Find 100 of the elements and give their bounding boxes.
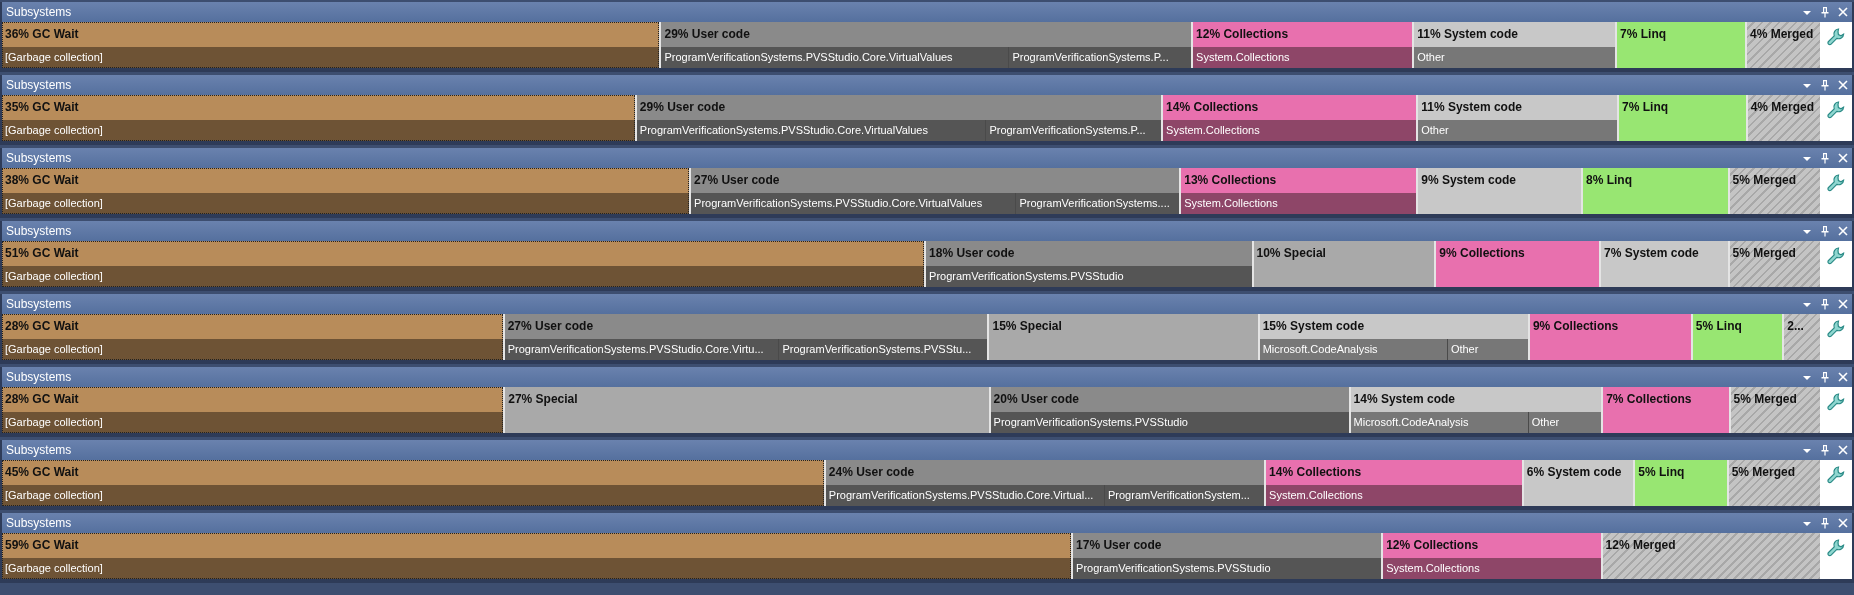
subsystem-segment[interactable]: 11% System code Other bbox=[1418, 95, 1618, 141]
namespace-cell[interactable]: [Garbage collection] bbox=[2, 558, 1072, 579]
subsystem-segment[interactable]: 5% Linq bbox=[1692, 314, 1783, 360]
namespace-cell[interactable]: [Garbage collection] bbox=[2, 412, 504, 433]
namespace-cell[interactable]: ProgramVerificationSystems.PVSStudio bbox=[990, 412, 1349, 433]
subsystem-segment[interactable]: 9% Collections bbox=[1529, 314, 1691, 360]
pin-icon[interactable] bbox=[1820, 517, 1830, 529]
subsystem-segment[interactable]: 7% Linq bbox=[1619, 95, 1746, 141]
subsystem-segment[interactable]: 9% System code bbox=[1418, 168, 1581, 214]
namespace-cell[interactable]: [Garbage collection] bbox=[2, 120, 635, 141]
subsystem-segment[interactable]: 27% Special bbox=[505, 387, 989, 433]
pin-icon[interactable] bbox=[1820, 225, 1830, 237]
subsystem-segment[interactable]: 4% Merged bbox=[1746, 22, 1820, 68]
subsystem-segment[interactable]: 45% GC Wait [Garbage collection] bbox=[2, 460, 824, 506]
close-icon[interactable] bbox=[1838, 445, 1848, 455]
subsystem-segment[interactable]: 12% Merged bbox=[1602, 533, 1820, 579]
subsystem-segment[interactable]: 27% User code ProgramVerificationSystems.PVSStudio.Core.VirtualValues ProgramVerificationSystems.... bbox=[691, 168, 1180, 214]
subsystem-segment[interactable]: 14% System code Microsoft.CodeAnalysis Other bbox=[1350, 387, 1602, 433]
namespace-cell[interactable]: ProgramVerificationSystems.PVSStudio bbox=[1073, 558, 1382, 579]
subsystem-segment[interactable]: 28% GC Wait [Garbage collection] bbox=[2, 387, 504, 433]
close-icon[interactable] bbox=[1838, 299, 1848, 309]
namespace-cell[interactable]: Microsoft.CodeAnalysis bbox=[1259, 339, 1447, 360]
pin-icon[interactable] bbox=[1820, 444, 1830, 456]
namespace-cell[interactable]: ProgramVerificationSystem... bbox=[1105, 485, 1265, 506]
pin-icon[interactable] bbox=[1820, 152, 1830, 164]
close-icon[interactable] bbox=[1838, 372, 1848, 382]
subsystem-segment[interactable]: 20% User code ProgramVerificationSystems.PVSStudio bbox=[990, 387, 1349, 433]
subsystem-segment[interactable]: 13% Collections System.Collections bbox=[1181, 168, 1417, 214]
namespace-cell[interactable]: ProgramVerificationSystems.PVSStudio.Core.VirtualValues bbox=[661, 47, 1009, 68]
segment-label: 27% User code bbox=[506, 318, 595, 333]
namespace-cell[interactable]: System.Collections bbox=[1193, 47, 1413, 68]
close-icon[interactable] bbox=[1838, 518, 1848, 528]
subsystem-segment[interactable]: 29% User code ProgramVerificationSystems.PVSStudio.Core.VirtualValues ProgramVerificationSystems.P... bbox=[636, 95, 1162, 141]
namespace-cell[interactable]: ProgramVerificationSystems.... bbox=[1016, 193, 1180, 214]
namespace-cell[interactable]: Other bbox=[1414, 47, 1616, 68]
namespace-cell[interactable]: ProgramVerificationSystems.PVSStudio.Core.Virtu... bbox=[504, 339, 779, 360]
namespace-cell[interactable]: System.Collections bbox=[1383, 558, 1601, 579]
subsystem-segment[interactable]: 2... bbox=[1784, 314, 1820, 360]
subsystem-segment[interactable]: 51% GC Wait [Garbage collection] bbox=[2, 241, 925, 287]
namespace-cell[interactable]: Other bbox=[1418, 120, 1618, 141]
subsystem-segment[interactable]: 4% Merged bbox=[1747, 95, 1820, 141]
subsystem-segment[interactable]: 15% Special bbox=[989, 314, 1258, 360]
close-icon[interactable] bbox=[1838, 153, 1848, 163]
subsystem-segment[interactable]: 10% Special bbox=[1253, 241, 1435, 287]
subsystem-segment[interactable]: 6% System code bbox=[1523, 460, 1634, 506]
close-icon[interactable] bbox=[1838, 7, 1848, 17]
namespace-cell[interactable]: ProgramVerificationSystems.PVSStudio.Core.VirtualValues bbox=[636, 120, 986, 141]
namespace-cell[interactable]: [Garbage collection] bbox=[2, 193, 690, 214]
pin-icon[interactable] bbox=[1820, 371, 1830, 383]
namespace-cell[interactable]: System.Collections bbox=[1181, 193, 1417, 214]
namespace-cell[interactable]: ProgramVerificationSystems.PVSStu... bbox=[779, 339, 988, 360]
subsystem-segment[interactable]: 38% GC Wait [Garbage collection] bbox=[2, 168, 690, 214]
subsystem-segment[interactable]: 14% Collections System.Collections bbox=[1163, 95, 1417, 141]
namespace-cell[interactable]: System.Collections bbox=[1266, 485, 1522, 506]
subsystem-segment[interactable]: 8% Linq bbox=[1582, 168, 1728, 214]
subsystem-segment[interactable]: 29% User code ProgramVerificationSystems.PVSStudio.Core.VirtualValues ProgramVerificationSystems.P... bbox=[661, 22, 1192, 68]
subsystem-segment[interactable]: 5% Merged bbox=[1729, 168, 1820, 214]
subsystem-segment[interactable]: 27% User code ProgramVerificationSystems.PVSStudio.Core.Virtu... ProgramVerificationSystems.PVSStu... bbox=[504, 314, 988, 360]
segment-label: 5% Merged bbox=[1731, 172, 1797, 187]
subsystem-segment[interactable]: 9% Collections bbox=[1436, 241, 1600, 287]
namespace-cell[interactable]: Other bbox=[1528, 412, 1602, 433]
namespace-cell[interactable]: [Garbage collection] bbox=[2, 266, 925, 287]
namespace-cell[interactable]: System.Collections bbox=[1163, 120, 1417, 141]
namespace-cell[interactable]: ProgramVerificationSystems.PVSStudio bbox=[926, 266, 1252, 287]
subsystem-segment[interactable]: 12% Collections System.Collections bbox=[1383, 533, 1601, 579]
subsystem-segment[interactable]: 17% User code ProgramVerificationSystems.PVSStudio bbox=[1073, 533, 1382, 579]
subsystem-segment[interactable]: 5% Linq bbox=[1635, 460, 1727, 506]
close-icon[interactable] bbox=[1838, 226, 1848, 236]
subsystem-segment[interactable]: 14% Collections System.Collections bbox=[1266, 460, 1522, 506]
subsystem-segment[interactable]: 7% Linq bbox=[1617, 22, 1745, 68]
pin-icon[interactable] bbox=[1820, 6, 1830, 18]
namespace-cell[interactable]: ProgramVerificationSystems.P... bbox=[986, 120, 1162, 141]
namespace-cell[interactable]: Other bbox=[1447, 339, 1528, 360]
subsystem-segment[interactable]: 5% Merged bbox=[1729, 241, 1820, 287]
subsystem-segment[interactable]: 12% Collections System.Collections bbox=[1193, 22, 1413, 68]
close-icon[interactable] bbox=[1838, 80, 1848, 90]
namespace-cell[interactable]: ProgramVerificationSystems.PVSStudio.Core.VirtualValues bbox=[691, 193, 1016, 214]
namespace-cell[interactable]: [Garbage collection] bbox=[2, 47, 660, 68]
subsystem-segment[interactable]: 24% User code ProgramVerificationSystems.PVSStudio.Core.Virtual... ProgramVerificationSystem... bbox=[825, 460, 1265, 506]
subsystem-segment[interactable]: 35% GC Wait [Garbage collection] bbox=[2, 95, 635, 141]
subsystem-segment[interactable]: 11% System code Other bbox=[1414, 22, 1616, 68]
subsystem-segment[interactable]: 5% Merged bbox=[1730, 387, 1820, 433]
subsystem-segment[interactable]: 7% Collections bbox=[1603, 387, 1729, 433]
namespace-cell[interactable]: Microsoft.CodeAnalysis bbox=[1350, 412, 1528, 433]
namespace-cell[interactable]: [Garbage collection] bbox=[2, 339, 503, 360]
pin-icon[interactable] bbox=[1820, 298, 1830, 310]
subsystem-segment[interactable]: 7% System code bbox=[1601, 241, 1728, 287]
subsystem-segment[interactable]: 15% System code Microsoft.CodeAnalysis Other bbox=[1259, 314, 1528, 360]
segment-label: 29% User code bbox=[663, 26, 751, 41]
namespace-cell[interactable]: ProgramVerificationSystems.P... bbox=[1009, 47, 1192, 68]
namespace-cell[interactable]: [Garbage collection] bbox=[2, 485, 824, 506]
subsystem-segment[interactable]: 5% Merged bbox=[1728, 460, 1820, 506]
subsystem-segment[interactable]: 18% User code ProgramVerificationSystems.PVSStudio bbox=[926, 241, 1252, 287]
segment-label: 10% Special bbox=[1255, 245, 1327, 260]
subsystem-segment[interactable]: 28% GC Wait [Garbage collection] bbox=[2, 314, 503, 360]
segment-label: 14% Collections bbox=[1165, 99, 1260, 114]
pin-icon[interactable] bbox=[1820, 79, 1830, 91]
subsystem-segment[interactable]: 36% GC Wait [Garbage collection] bbox=[2, 22, 660, 68]
namespace-cell[interactable]: ProgramVerificationSystems.PVSStudio.Core.Virtual... bbox=[825, 485, 1104, 506]
subsystem-segment[interactable]: 59% GC Wait [Garbage collection] bbox=[2, 533, 1072, 579]
